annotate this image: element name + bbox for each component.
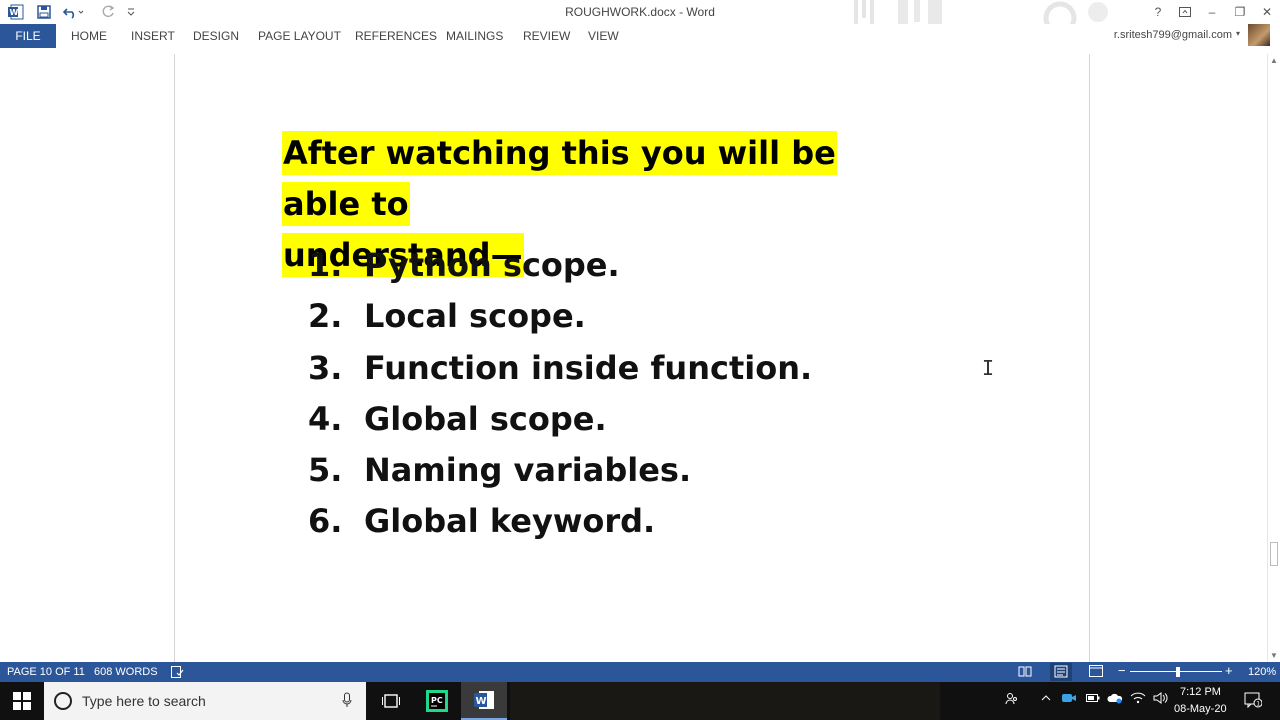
pycharm-taskbar-icon[interactable]: PC: [414, 682, 460, 720]
list-item[interactable]: 4. Global scope.: [308, 394, 812, 445]
tab-review[interactable]: REVIEW: [523, 24, 570, 48]
list-number: 4.: [308, 399, 343, 438]
account-email[interactable]: r.sritesh799@gmail.com: [1114, 29, 1232, 41]
show-hidden-icons-icon[interactable]: [1040, 692, 1052, 707]
search-placeholder: Type here to search: [82, 693, 206, 709]
windows-start-icon[interactable]: [0, 682, 44, 720]
list-number: 1.: [308, 246, 343, 284]
page-right-edge: [1089, 54, 1090, 662]
vertical-scrollbar[interactable]: ▲ ▼: [1267, 54, 1280, 662]
scroll-up-icon[interactable]: ▲: [1270, 56, 1278, 65]
list-number: 3.: [308, 348, 343, 387]
list-item[interactable]: 1. Python scope.: [308, 240, 812, 291]
status-bar: PAGE 10 OF 11 608 WORDS − + 120%: [0, 662, 1280, 682]
clock-date[interactable]: 08-May-20: [1174, 703, 1227, 715]
svg-text:1: 1: [1256, 701, 1260, 708]
task-view-icon[interactable]: [368, 682, 414, 720]
text-cursor-icon: I: [982, 356, 995, 380]
heading-line-1: After watching this you will be able to: [282, 131, 837, 226]
taskbar: Type here to search PC W 7:12 PM 08-May-…: [0, 682, 1280, 720]
account-dropdown-icon[interactable]: ▾: [1236, 29, 1240, 38]
ribbon-tabs: FILE HOME INSERT DESIGN PAGE LAYOUT REFE…: [0, 24, 1280, 48]
taskbar-search[interactable]: Type here to search: [44, 682, 366, 720]
meet-now-icon[interactable]: [1061, 692, 1077, 707]
list-item[interactable]: 3. Function inside function.: [308, 343, 812, 394]
tab-design[interactable]: DESIGN: [193, 24, 239, 48]
web-layout-icon[interactable]: [1089, 665, 1103, 680]
scroll-down-icon[interactable]: ▼: [1270, 651, 1278, 660]
taskbar-wallpaper-strip: [510, 682, 940, 720]
list-number: 6.: [308, 502, 343, 541]
zoom-out-button[interactable]: −: [1118, 663, 1126, 678]
list-text: Function inside function.: [364, 348, 813, 387]
clock-time[interactable]: 7:12 PM: [1180, 686, 1221, 698]
tab-file[interactable]: FILE: [0, 24, 56, 48]
svg-text:PC: PC: [431, 696, 443, 705]
print-layout-icon[interactable]: [1050, 663, 1072, 681]
cortana-icon: [54, 692, 72, 710]
ribbon-display-options-icon[interactable]: [1174, 3, 1196, 21]
list-item[interactable]: 6. Global keyword.: [308, 496, 812, 547]
tab-insert[interactable]: INSERT: [131, 24, 175, 48]
topic-list[interactable]: 1. Python scope. 2. Local scope. 3. Functio…: [308, 240, 812, 548]
tab-view[interactable]: VIEW: [588, 24, 619, 48]
people-icon[interactable]: [1005, 692, 1019, 709]
scrollbar-thumb[interactable]: [1270, 542, 1278, 566]
list-item[interactable]: 2. Local scope.: [308, 291, 812, 342]
list-item[interactable]: 5. Naming variables.: [308, 445, 812, 496]
microphone-icon[interactable]: [342, 692, 352, 711]
avatar[interactable]: [1248, 24, 1270, 46]
volume-icon[interactable]: [1153, 692, 1169, 707]
list-text: Python scope.: [364, 246, 620, 284]
help-icon[interactable]: ?: [1147, 3, 1169, 21]
tab-page-layout[interactable]: PAGE LAYOUT: [258, 24, 341, 48]
onedrive-icon[interactable]: [1107, 692, 1123, 707]
zoom-slider-thumb[interactable]: [1176, 667, 1180, 677]
zoom-in-button[interactable]: +: [1225, 663, 1233, 678]
zoom-level[interactable]: 120%: [1248, 666, 1276, 678]
list-number: 5.: [308, 451, 343, 490]
list-text: Local scope.: [364, 297, 586, 336]
network-icon[interactable]: [1130, 692, 1146, 707]
word-count[interactable]: 608 WORDS: [94, 666, 158, 678]
tab-home[interactable]: HOME: [71, 24, 107, 48]
close-button[interactable]: ✕: [1256, 3, 1278, 21]
page-left-edge: [174, 54, 175, 662]
title-bar: W ROUGHWORK.docx - Word ? – ❐ ✕: [0, 0, 1280, 35]
svg-text:W: W: [476, 696, 487, 707]
notifications-icon[interactable]: 1: [1244, 692, 1263, 713]
minimize-button[interactable]: –: [1201, 3, 1223, 21]
list-text: Naming variables.: [364, 451, 692, 490]
list-number: 2.: [308, 297, 343, 336]
tab-mailings[interactable]: MAILINGS: [446, 24, 503, 48]
tab-references[interactable]: REFERENCES: [355, 24, 437, 48]
page-count[interactable]: PAGE 10 OF 11: [7, 666, 85, 678]
battery-icon[interactable]: [1086, 692, 1100, 706]
restore-button[interactable]: ❐: [1229, 3, 1251, 21]
proofing-icon[interactable]: [171, 666, 184, 681]
word-taskbar-icon[interactable]: W: [461, 682, 507, 720]
read-mode-icon[interactable]: [1018, 665, 1032, 680]
list-text: Global scope.: [364, 399, 607, 438]
list-text: Global keyword.: [364, 502, 656, 541]
